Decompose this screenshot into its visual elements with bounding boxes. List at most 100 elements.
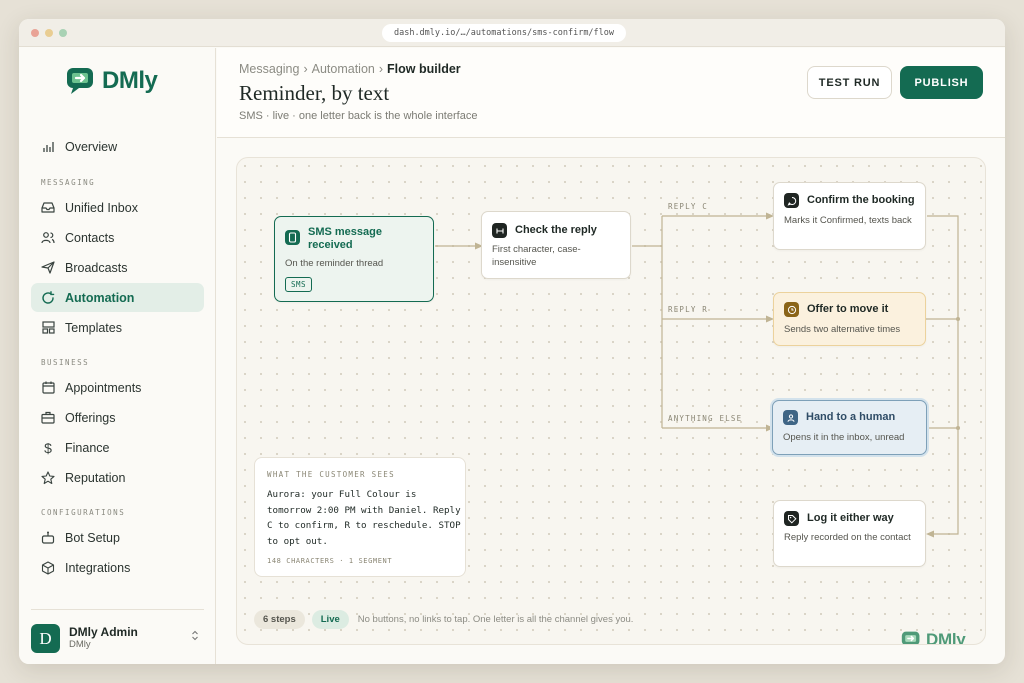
inbox-icon [41, 201, 55, 215]
app-window: dash.dmly.io/…/automations/sms-confirm/f… [19, 19, 1005, 664]
section-business: BUSINESS [41, 358, 90, 367]
sidebar-item-automation[interactable]: Automation [31, 283, 204, 312]
sidebar-item-templates[interactable]: Templates [31, 313, 204, 342]
node-title: Log it either way [807, 512, 894, 524]
check-node[interactable]: Check the reply First character, case-in… [481, 211, 631, 279]
calendar-icon [41, 381, 55, 395]
brand-watermark: DMly [901, 630, 966, 645]
page-header: Messaging › Automation › Flow builder Re… [217, 48, 1005, 138]
sidebar: DMly Overview MESSAGING Unified Inbox Co… [19, 48, 216, 664]
node-desc: On the reminder thread [285, 258, 384, 269]
breadcrumb-automation[interactable]: Automation [312, 62, 375, 76]
dollar-icon: $ [44, 439, 52, 456]
phone-icon [285, 230, 300, 245]
sidebar-item-label: Bot Setup [65, 530, 120, 545]
chat-icon [784, 193, 799, 208]
window-controls [31, 29, 67, 37]
sidebar-item-label: Templates [65, 320, 122, 335]
publish-button[interactable]: PUBLISH [900, 66, 983, 99]
footer-note: No buttons, no links to tap. One letter … [357, 614, 634, 625]
browser-titlebar: dash.dmly.io/…/automations/sms-confirm/f… [19, 19, 1005, 47]
node-title: Offer to move it [807, 303, 889, 315]
node-desc: Marks it Confirmed, texts back [784, 215, 912, 226]
sidebar-item-label: Finance [65, 440, 110, 455]
channel-tag: SMS [285, 277, 313, 292]
sidebar-item-finance[interactable]: $ Finance [31, 433, 204, 462]
sidebar-item-label: Broadcasts [65, 260, 128, 275]
star-icon [41, 470, 55, 485]
confirm-node[interactable]: Confirm the booking Marks it Confirmed, … [773, 182, 926, 250]
cube-icon [41, 560, 55, 575]
sidebar-item-integrations[interactable]: Integrations [31, 553, 204, 582]
node-desc: Reply recorded on the contact [784, 532, 911, 543]
breadcrumb-current: Flow builder [387, 62, 461, 76]
section-messaging: MESSAGING [41, 178, 96, 187]
node-desc: First character, case-insensitive [492, 244, 581, 268]
edge-label-reply-r: REPLY R [668, 305, 709, 314]
edge-label-anything-else: ANYTHING ELSE [668, 414, 743, 423]
sidebar-item-overview[interactable]: Overview [31, 132, 204, 161]
template-icon [41, 321, 55, 335]
sidebar-item-reputation[interactable]: Reputation [31, 463, 204, 492]
sms-preview-card: WHAT THE CUSTOMER SEES Aurora: your Full… [254, 457, 466, 577]
sidebar-item-label: Contacts [65, 230, 115, 245]
sidebar-item-label: Unified Inbox [65, 200, 138, 215]
clock-icon [784, 302, 799, 317]
sidebar-item-label: Reputation [65, 470, 126, 485]
sidebar-item-label: Overview [65, 139, 118, 154]
person-icon [783, 410, 798, 425]
canvas-footer: 6 steps Live No buttons, no links to tap… [254, 610, 633, 629]
sidebar-item-broadcasts[interactable]: Broadcasts [31, 253, 204, 282]
human-node[interactable]: Hand to a human Opens it in the inbox, u… [772, 400, 927, 455]
sidebar-item-unified-inbox[interactable]: Unified Inbox [31, 193, 204, 222]
url-bar[interactable]: dash.dmly.io/…/automations/sms-confirm/f… [382, 24, 626, 42]
test-run-button[interactable]: TEST RUN [807, 66, 892, 99]
edge-label-reply-c: REPLY C [668, 202, 709, 211]
section-configurations: CONFIGURATIONS [41, 508, 126, 517]
sidebar-item-offerings[interactable]: Offerings [31, 403, 204, 432]
node-title: Confirm the booking [807, 194, 915, 206]
offer-node[interactable]: Offer to move it Sends two alternative t… [773, 292, 926, 346]
flow-canvas[interactable]: REPLY C REPLY R ANYTHING ELSE SMS messag… [236, 157, 986, 645]
node-title: SMS message received [308, 226, 382, 251]
connector-merge [927, 215, 959, 535]
avatar: D [31, 624, 60, 653]
briefcase-icon [41, 411, 55, 425]
refresh-icon [41, 290, 55, 305]
brand-logo[interactable]: DMly [66, 67, 158, 95]
preview-heading: WHAT THE CUSTOMER SEES [267, 470, 395, 479]
bot-icon [41, 531, 55, 545]
sidebar-item-contacts[interactable]: Contacts [31, 223, 204, 252]
node-desc: Opens it in the inbox, unread [783, 432, 905, 443]
breadcrumb-separator: › [303, 62, 308, 76]
logo-icon [901, 631, 920, 644]
chevron-updown-icon[interactable] [191, 630, 199, 641]
breadcrumb-messaging[interactable]: Messaging [239, 62, 299, 76]
trigger-node[interactable]: SMS message received On the reminder thr… [274, 216, 434, 302]
page-title: Reminder, by text [239, 81, 390, 105]
branch-icon [492, 223, 507, 238]
brand-name: DMly [102, 67, 158, 94]
node-title: Check the reply [515, 224, 597, 236]
sidebar-item-bot-setup[interactable]: Bot Setup [31, 523, 204, 552]
user-name: DMly Admin [69, 625, 138, 639]
sidebar-item-label: Appointments [65, 380, 142, 395]
breadcrumb: Messaging › Automation › Flow builder [239, 62, 461, 76]
steps-badge: 6 steps [254, 610, 305, 629]
log-node[interactable]: Log it either way Reply recorded on the … [773, 500, 926, 567]
breadcrumb-separator: › [378, 62, 384, 76]
sidebar-item-label: Integrations [65, 560, 131, 575]
sidebar-item-appointments[interactable]: Appointments [31, 373, 204, 402]
tag-icon [784, 511, 799, 526]
minimize-dot[interactable] [45, 29, 53, 37]
close-dot[interactable] [31, 29, 39, 37]
chart-icon [41, 140, 55, 154]
contacts-icon [41, 231, 55, 245]
user-org: DMly [69, 639, 91, 650]
watermark-text: DMly [926, 630, 966, 645]
user-account-menu[interactable]: D DMly Admin DMly [31, 609, 204, 659]
node-desc: Sends two alternative times [784, 324, 901, 335]
sidebar-item-label: Automation [65, 290, 135, 305]
status-badge: Live [311, 610, 349, 629]
maximize-dot[interactable] [59, 29, 67, 37]
